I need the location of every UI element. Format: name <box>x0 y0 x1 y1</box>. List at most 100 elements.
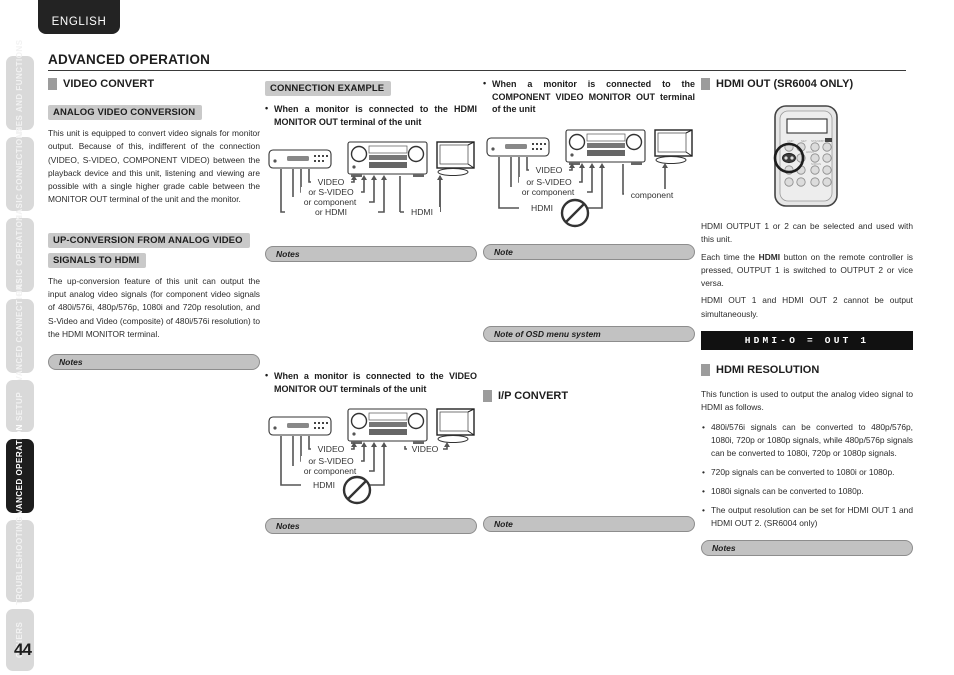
list-item: 1080i signals can be converted to 1080p. <box>701 485 913 498</box>
section-heading-label: HDMI RESOLUTION <box>716 364 820 377</box>
square-bullet-icon <box>701 364 710 377</box>
svg-text:AMP: AMP <box>787 139 794 143</box>
label-svideo: or S-VIDEO <box>308 456 354 466</box>
square-bullet-icon <box>483 389 492 402</box>
sidebar-item-names-and-functions[interactable]: NAMES AND FUNCTIONS <box>6 40 34 146</box>
paragraph-hdmi-output-1: HDMI OUTPUT 1 or 2 can be selected and u… <box>701 221 913 245</box>
sidebar-item-label: SETUP <box>15 391 24 421</box>
label-svideo: or S-VIDEO <box>308 187 354 197</box>
label-component: or component <box>304 197 357 207</box>
diagram-component-video-monitor-out: VIDEO or S-VIDEO or component HDMI compo… <box>483 124 695 234</box>
label-svideo: or S-VIDEO <box>526 177 572 187</box>
diagram-svg: VIDEO or S-VIDEO or component HDMI VIDEO <box>268 408 475 505</box>
manual-page: ENGLISH NAMES AND FUNCTIONS BASIC CONNEC… <box>0 0 954 675</box>
section-heading-ip-convert: I/P CONVERT <box>483 389 695 402</box>
column-2: CONNECTION EXAMPLE When a monitor is con… <box>265 78 477 544</box>
note-osd-label: Note of OSD menu system <box>494 328 601 339</box>
notes-box: Notes <box>265 518 477 534</box>
notes-box: Notes <box>48 354 260 371</box>
monitor-device-icon <box>654 128 693 164</box>
column-4: HDMI OUT (SR6004 ONLY) AMP SET STANDBY H… <box>701 78 913 566</box>
diagram-video-monitor-out: VIDEO or S-VIDEO or component HDMI VIDEO <box>265 403 477 508</box>
notes-box: Notes <box>701 539 913 556</box>
player-device-icon <box>268 149 332 169</box>
label-video-out: VIDEO <box>412 444 439 454</box>
label-hdmi: HDMI <box>313 480 335 490</box>
column-3: When a monitor is connected to the COMPO… <box>483 77 695 542</box>
section-heading-hdmi-resolution: HDMI RESOLUTION <box>701 364 913 377</box>
svg-text:STANDBY: STANDBY <box>811 139 825 143</box>
subheading-analog-video-conversion: ANALOG VIDEO CONVERSION <box>48 105 203 120</box>
receiver-device-icon <box>347 141 428 177</box>
column-1: VIDEO CONVERT ANALOG VIDEO CONVERSION Th… <box>48 78 260 380</box>
title-divider <box>48 70 906 71</box>
list-item: The output resolution can be set for HDM… <box>701 504 913 530</box>
bullet-heading-component-video-monitor-out: When a monitor is connected to the COMPO… <box>483 77 695 116</box>
label-component-out: component <box>631 190 674 200</box>
page-title: ADVANCED OPERATION <box>48 52 211 67</box>
text-bold-hdmi: HDMI <box>758 251 781 262</box>
section-heading-label: I/P CONVERT <box>498 389 569 402</box>
section-heading-label: HDMI OUT (SR6004 ONLY) <box>716 78 854 90</box>
hdmi-resolution-bullets: 480i/576i signals can be converted to 48… <box>701 421 913 530</box>
monitor-device-icon <box>436 141 475 176</box>
label-hdmi: or HDMI <box>315 207 347 217</box>
section-heading-hdmi-out: HDMI OUT (SR6004 ONLY) <box>701 78 913 90</box>
notes-label: Notes <box>276 249 300 259</box>
sidebar-item-label: TROUBLESHOOTING <box>15 516 24 606</box>
language-tab-english[interactable]: ENGLISH <box>38 0 120 34</box>
list-item: 720p signals can be converted to 1080i o… <box>701 466 913 479</box>
prohibited-icon <box>560 198 590 227</box>
remote-svg: AMP SET STANDBY HDMI SIRIUS <box>773 105 838 207</box>
sidebar-item-troubleshooting[interactable]: TROUBLESHOOTING <box>6 517 34 605</box>
list-item: 480i/576i signals can be converted to 48… <box>701 421 913 460</box>
square-bullet-icon <box>701 78 710 90</box>
sidebar-item-basic-connections[interactable]: BASIC CONNECTIONS <box>6 127 34 221</box>
bullet-heading-hdmi-monitor-out: When a monitor is connected to the HDMI … <box>265 102 477 128</box>
arrow-heads <box>569 162 668 168</box>
svg-text:HDMI: HDMI <box>806 150 814 154</box>
note-label: Note <box>494 246 513 257</box>
remote-display <box>786 118 828 134</box>
sidebar-item-label: ADVANCED OPERATION <box>15 424 24 528</box>
square-bullet-icon <box>48 78 57 90</box>
player-device-icon <box>268 416 332 436</box>
page-number: 44 <box>14 640 32 659</box>
diagram-hdmi-monitor-out: VIDEO or S-VIDEO or component or HDMI HD… <box>265 136 477 236</box>
paragraph-hdmi-simultaneous: HDMI OUT 1 and HDMI OUT 2 cannot be outp… <box>701 295 913 319</box>
sidebar-item-label: ADVANCED CONNECTIONS <box>15 277 24 395</box>
language-tab-label: ENGLISH <box>51 16 107 28</box>
sidebar-item-advanced-connections[interactable]: ADVANCED CONNECTIONS <box>6 278 34 394</box>
label-video: VIDEO <box>536 165 563 175</box>
notes-label: Notes <box>59 357 83 368</box>
lcd-display-readout: HDMI-O = OUT 1 <box>701 331 913 351</box>
svg-text:SET: SET <box>801 139 807 143</box>
sidebar-item-advanced-operation[interactable]: ADVANCED OPERATION <box>6 425 34 527</box>
section-heading-video-convert: VIDEO CONVERT <box>48 78 260 90</box>
notes-label: Notes <box>712 542 736 553</box>
paragraph-analog-video-conversion: This unit is equipped to convert video s… <box>48 128 260 205</box>
label-hdmi: HDMI <box>531 203 553 213</box>
note-box-ip-convert: Note <box>483 515 695 532</box>
subheading-up-conversion-line1: UP-CONVERSION FROM ANALOG VIDEO <box>48 232 250 248</box>
receiver-device-icon <box>565 128 646 165</box>
note-label: Note <box>494 518 513 529</box>
notes-box: Notes <box>265 246 477 262</box>
subheading-up-conversion-line2: SIGNALS TO HDMI <box>48 252 147 268</box>
diagram-svg: VIDEO or S-VIDEO or component or HDMI HD… <box>268 141 475 217</box>
subheading-connection-example: CONNECTION EXAMPLE <box>265 81 392 96</box>
arrow-heads <box>351 175 443 180</box>
receiver-device-icon <box>347 408 428 444</box>
player-device-icon <box>486 136 550 157</box>
svg-text:SIRIUS: SIRIUS <box>811 162 821 166</box>
label-video: VIDEO <box>318 444 345 454</box>
note-osd-box: Note of OSD menu system <box>483 325 695 342</box>
text-pre: Each time the <box>701 251 759 262</box>
bullet-heading-video-monitor-out: When a monitor is connected to the VIDEO… <box>265 369 477 395</box>
paragraph-hdmi-resolution-intro: This function is used to output the anal… <box>701 389 913 413</box>
monitor-device-icon <box>436 408 475 443</box>
sidebar-item-label: BASIC CONNECTIONS <box>15 126 24 222</box>
prohibited-icon <box>342 475 372 505</box>
notes-label: Notes <box>276 521 300 531</box>
paragraph-hdmi-button: Each time the HDMI button on the remote … <box>701 251 913 291</box>
